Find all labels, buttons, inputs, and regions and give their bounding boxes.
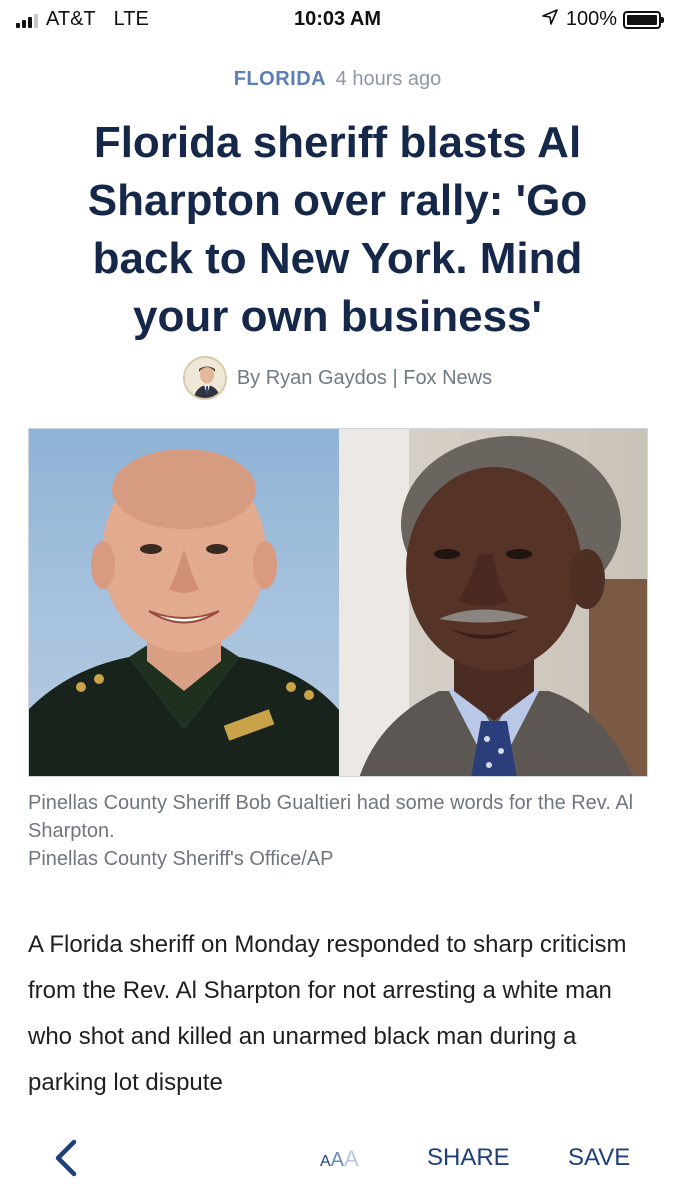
category-label[interactable]: FLORIDA bbox=[234, 68, 326, 90]
photo-caption: Pinellas County Sheriff Bob Gualtieri ha… bbox=[28, 789, 648, 873]
byline-text[interactable]: By Ryan Gaydos | Fox News bbox=[237, 367, 492, 390]
battery-percentage: 100% bbox=[565, 8, 617, 30]
article-meta: FLORIDA 4 hours ago bbox=[0, 68, 675, 91]
share-button[interactable]: SHARE bbox=[427, 1144, 510, 1172]
article-headline: Florida sheriff blasts Al Sharpton over … bbox=[87, 118, 588, 341]
status-bar: AT&T LTE 10:03 AM 100% bbox=[0, 0, 675, 40]
location-arrow-icon bbox=[542, 8, 558, 31]
status-bar-left: AT&T LTE bbox=[16, 8, 149, 31]
chevron-left-icon bbox=[55, 1139, 77, 1177]
article-body: A Florida sheriff on Monday responded to… bbox=[28, 931, 627, 1096]
battery-level-fill bbox=[627, 14, 657, 25]
save-button[interactable]: SAVE bbox=[568, 1144, 630, 1172]
caption-text: Pinellas County Sheriff Bob Gualtieri ha… bbox=[28, 792, 634, 842]
font-size-medium-glyph: A bbox=[330, 1149, 345, 1171]
signal-icon bbox=[16, 12, 38, 28]
font-size-small-glyph: A bbox=[320, 1153, 331, 1170]
byline: By Ryan Gaydos | Fox News bbox=[0, 356, 675, 400]
font-size-button[interactable]: AAA bbox=[320, 1146, 359, 1172]
sharpton-portrait bbox=[339, 429, 647, 776]
carrier-name: AT&T bbox=[46, 8, 96, 30]
battery-icon bbox=[623, 10, 664, 29]
bottom-toolbar: AAA SHARE SAVE bbox=[0, 1130, 675, 1190]
font-size-large-glyph: A bbox=[344, 1146, 359, 1171]
article-photo[interactable] bbox=[28, 428, 648, 777]
network-type: LTE bbox=[113, 8, 149, 30]
status-bar-right: 100% bbox=[542, 8, 664, 31]
photo-credit: Pinellas County Sheriff's Office/AP bbox=[28, 848, 334, 870]
sheriff-portrait bbox=[29, 429, 339, 776]
publish-time: 4 hours ago bbox=[335, 68, 442, 90]
author-avatar[interactable] bbox=[182, 356, 227, 400]
back-button[interactable] bbox=[52, 1138, 82, 1178]
